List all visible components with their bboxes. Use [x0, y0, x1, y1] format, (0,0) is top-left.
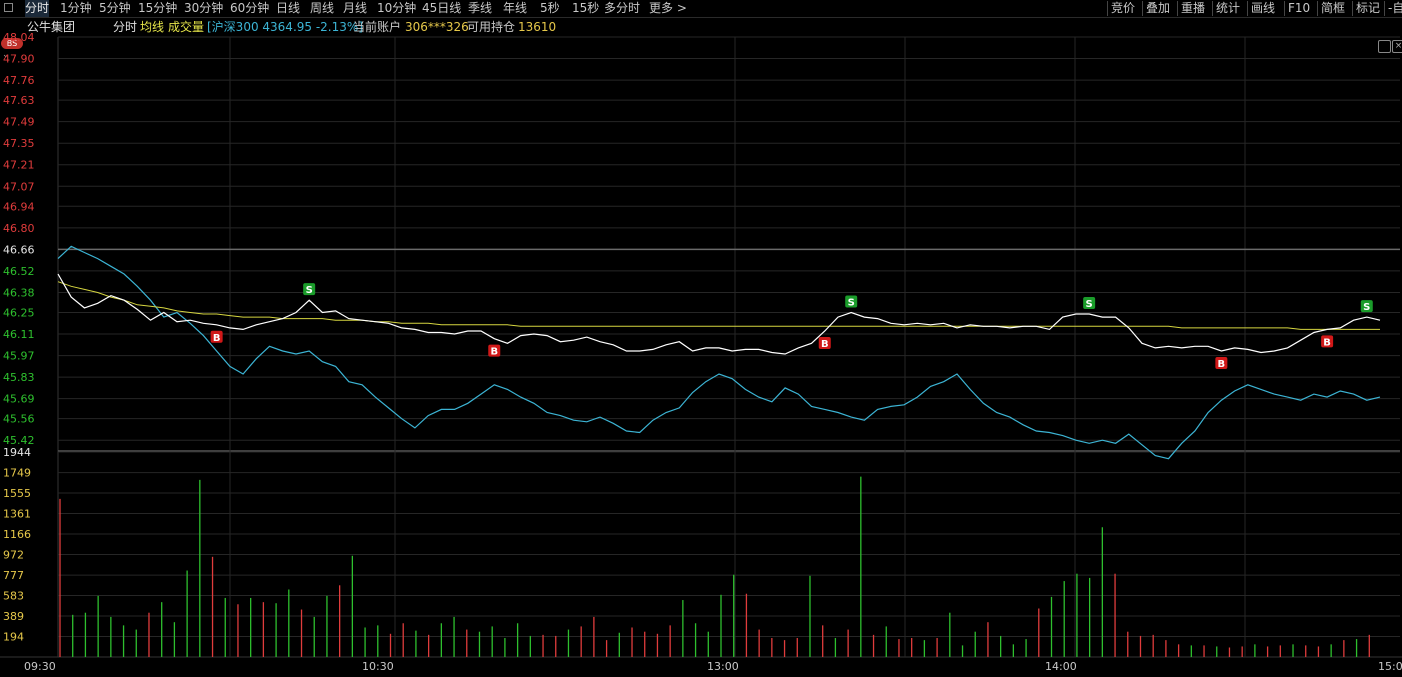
price-tick-label: 47.35: [3, 137, 35, 150]
time-label: 10:30: [362, 660, 394, 673]
time-label: 13:00: [707, 660, 739, 673]
price-tick-label: 46.94: [3, 200, 35, 213]
volume-tick-label: 194: [3, 631, 24, 644]
price-tick-label: 47.63: [3, 94, 35, 107]
price-tick-label: 45.56: [3, 413, 35, 426]
volume-tick-label: 1944: [3, 446, 31, 459]
price-tick-label: 46.80: [3, 222, 35, 235]
price-tick-label: 45.97: [3, 350, 35, 363]
price-tick-label: 46.25: [3, 306, 35, 319]
price-tick-label: 47.76: [3, 74, 35, 87]
price-tick-label: 46.52: [3, 265, 35, 278]
volume-tick-label: 583: [3, 590, 24, 603]
volume-tick-label: 1555: [3, 487, 31, 500]
volume-tick-label: 1749: [3, 467, 31, 480]
marker-label: S: [1086, 299, 1093, 310]
marker-label: B: [490, 347, 498, 358]
marker-label: S: [306, 285, 313, 296]
price-tick-label: 45.69: [3, 393, 35, 406]
price-tick-label: 47.07: [3, 180, 35, 193]
avg-price-line: [57, 281, 1380, 330]
marker-label: S: [1363, 302, 1370, 313]
volume-tick-label: 1361: [3, 507, 31, 520]
intraday-chart[interactable]: 48.04 47.90 47.76 47.63 47.49 47.35 47.21 47.07…: [0, 0, 1402, 677]
price-tick-label: 46.66: [3, 243, 35, 256]
marker-label: B: [213, 333, 221, 344]
price-tick-label: 46.38: [3, 286, 35, 299]
volume-tick-label: 972: [3, 549, 24, 562]
time-label: 14:00: [1045, 660, 1077, 673]
price-tick-label: 45.83: [3, 371, 35, 384]
price-line: [57, 245, 1381, 460]
marker-label: B: [821, 339, 829, 350]
time-label: 09:30: [24, 660, 56, 673]
price-tick-label: 46.11: [3, 328, 35, 341]
marker-label: B: [1218, 359, 1226, 370]
time-label: 15:00: [1378, 660, 1402, 673]
volume-tick-label: 1166: [3, 528, 31, 541]
marker-label: S: [848, 297, 855, 308]
price-tick-label: 48.04: [3, 31, 35, 44]
price-tick-label: 47.90: [3, 53, 35, 66]
index-line: [57, 273, 1381, 355]
volume-tick-label: 777: [3, 569, 24, 582]
price-tick-label: 47.21: [3, 159, 35, 172]
marker-label: B: [1323, 337, 1331, 348]
price-tick-label: 47.49: [3, 116, 35, 129]
volume-tick-label: 389: [3, 610, 24, 623]
